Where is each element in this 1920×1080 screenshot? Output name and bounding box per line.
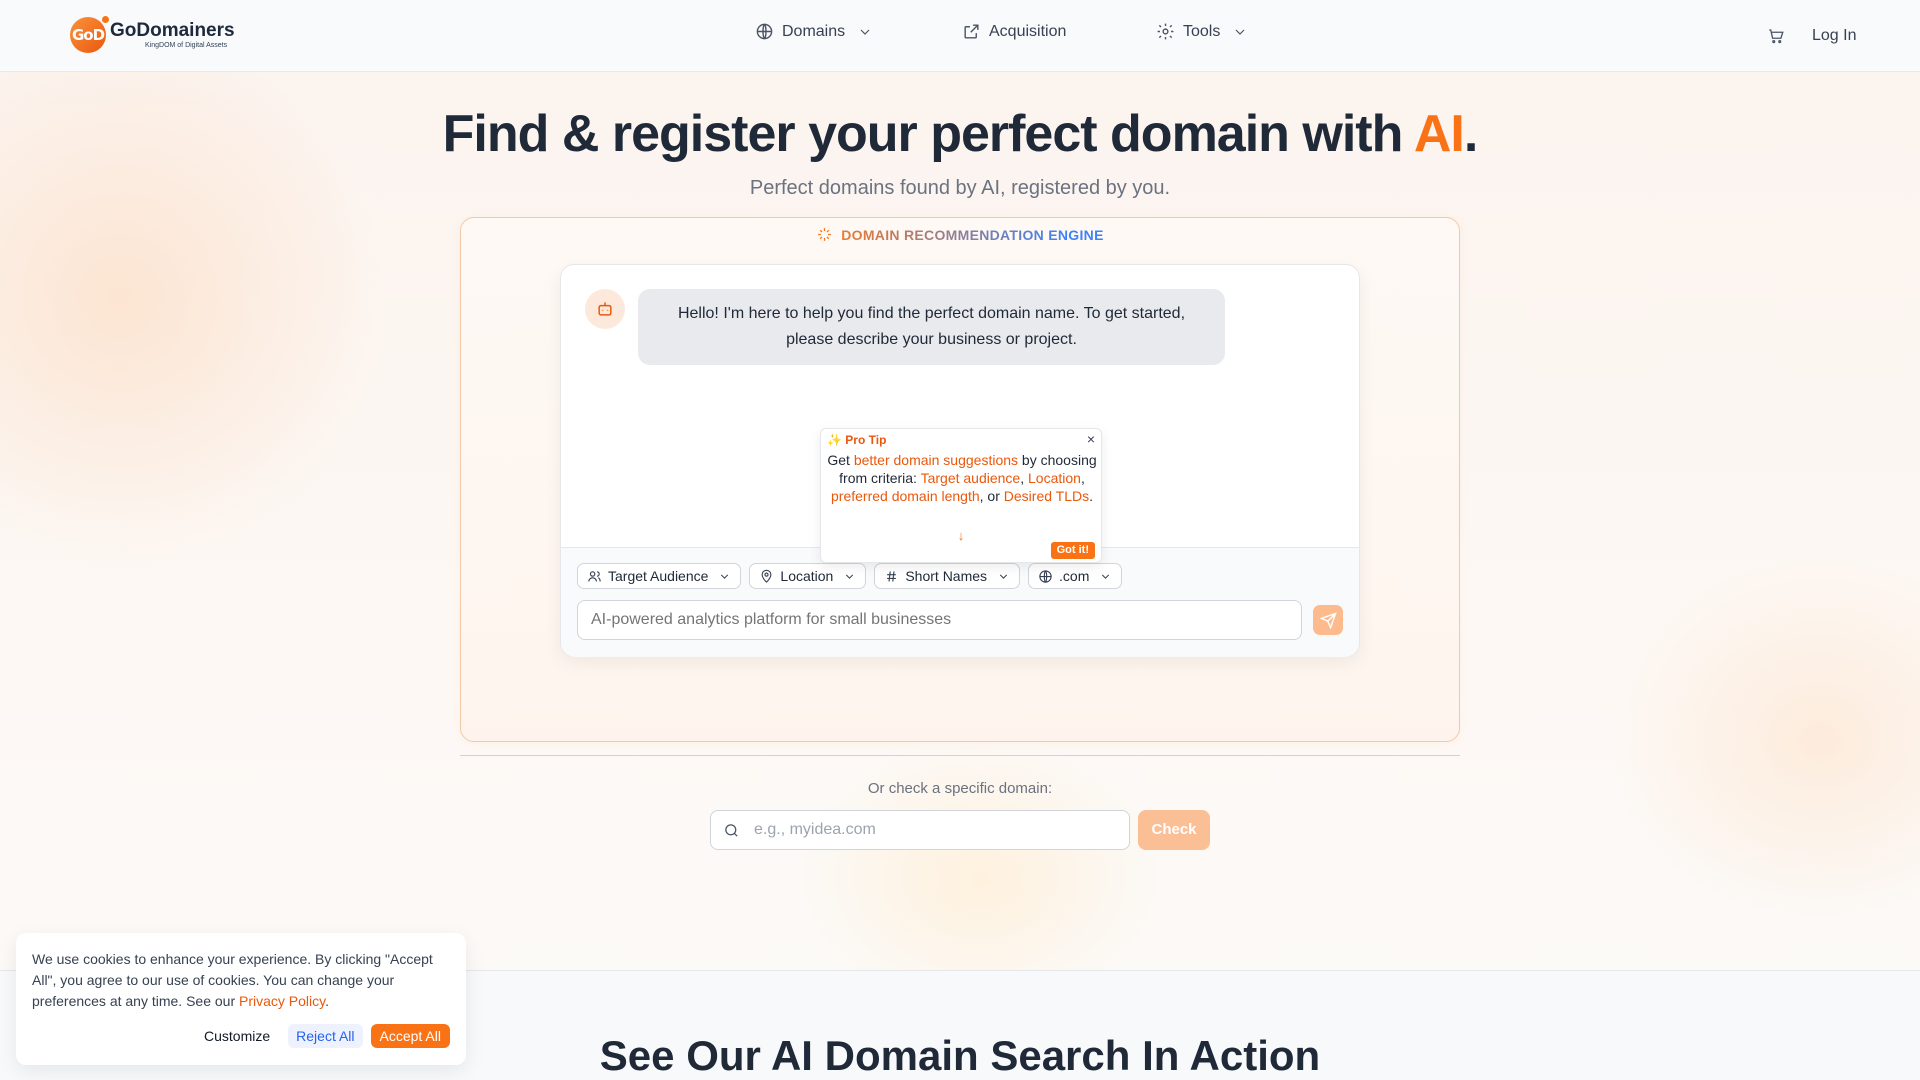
sparkle-icon: [818, 228, 832, 241]
domain-check-placeholder: e.g., myidea.com: [754, 821, 876, 838]
recommendation-engine-panel: DOMAIN RECOMMENDATION ENGINE Hello! I'm …: [460, 217, 1460, 742]
nav-tools-label: Tools: [1183, 22, 1221, 40]
cookie-actions: Customize Reject All Accept All: [194, 1024, 450, 1048]
bot-message: Hello! I'm here to help you find the per…: [638, 289, 1225, 365]
check-domain-label: Or check a specific domain:: [867, 780, 1053, 797]
accept-all-button[interactable]: Accept All: [370, 1024, 450, 1048]
cart-icon[interactable]: [1767, 27, 1785, 45]
pro-tip-popover: ✨ Pro Tip × Get better domain suggestion…: [820, 428, 1102, 563]
cookie-banner: We use cookies to enhance your experienc…: [16, 933, 466, 1065]
send-icon: [1319, 611, 1337, 629]
filter-tld[interactable]: .com: [1028, 563, 1123, 589]
nav-domains[interactable]: Domains: [755, 22, 873, 41]
privacy-policy-link[interactable]: Privacy Policy: [239, 993, 325, 1009]
chevron-down-icon: [860, 29, 870, 35]
top-navbar: GoD GoDomainers KingDOM of Digital Asset…: [0, 0, 1920, 72]
hero-title-highlight: AI: [1413, 105, 1465, 163]
customize-button[interactable]: Customize: [194, 1024, 280, 1048]
chevron-down-icon: [1235, 29, 1245, 35]
close-icon[interactable]: ×: [1087, 431, 1095, 447]
logo[interactable]: GoD GoDomainers KingDOM of Digital Asset…: [70, 15, 235, 53]
globe-icon: [756, 23, 773, 40]
login-link[interactable]: Log In: [1812, 27, 1856, 45]
nav-acquisition[interactable]: Acquisition: [962, 22, 1066, 41]
logo-name: GoDomainers: [110, 19, 235, 41]
domain-check-field[interactable]: e.g., myidea.com: [710, 810, 1130, 850]
map-pin-icon: [761, 569, 772, 583]
search-icon: [725, 824, 738, 837]
got-it-button[interactable]: Got it!: [1050, 542, 1095, 559]
bot-icon: [598, 302, 612, 316]
hero-subtitle: Perfect domains found by AI, registered …: [749, 177, 1171, 199]
engine-label: DOMAIN RECOMMENDATION ENGINE: [461, 226, 1459, 243]
criteria-filters: Target Audience Location Short Names .co…: [577, 563, 1123, 589]
chevron-down-icon: [999, 574, 1008, 579]
chat-composer: Target Audience Location Short Names .co…: [561, 547, 1359, 657]
pro-tip-text: Get better domain suggestions by choosin…: [827, 452, 1097, 504]
business-description-input[interactable]: [577, 600, 1302, 640]
nav-domains-label: Domains: [782, 22, 846, 40]
filter-short-names[interactable]: Short Names: [874, 563, 1021, 589]
send-button[interactable]: [1313, 605, 1343, 635]
reject-all-button[interactable]: Reject All: [288, 1024, 363, 1048]
bot-avatar: [585, 289, 625, 329]
chat-window: Hello! I'm here to help you find the per…: [560, 264, 1360, 657]
chevron-down-icon: [846, 574, 854, 579]
section-divider: [460, 755, 1460, 756]
nav-tools[interactable]: Tools: [1156, 22, 1248, 41]
gear-icon: [1157, 23, 1174, 40]
users-icon: [588, 570, 601, 582]
hero-title: Find & register your perfect domain with…: [442, 105, 1479, 163]
pro-tip-title: ✨ Pro Tip: [827, 433, 887, 447]
external-link-icon: [964, 24, 979, 39]
logo-mark: GoD: [70, 15, 110, 53]
nav-acquisition-label: Acquisition: [989, 22, 1067, 40]
logo-tagline: KingDOM of Digital Assets: [145, 41, 228, 49]
filter-location[interactable]: Location: [749, 563, 867, 589]
hash-icon: [887, 570, 897, 582]
chevron-down-icon: [1102, 574, 1110, 579]
chevron-down-icon: [721, 574, 729, 579]
arrow-down-icon: ↓: [957, 528, 965, 543]
cookie-text: We use cookies to enhance your experienc…: [32, 951, 433, 1009]
check-button[interactable]: Check: [1138, 810, 1210, 850]
globe-icon: [1039, 569, 1052, 583]
filter-target-audience[interactable]: Target Audience: [577, 563, 742, 589]
